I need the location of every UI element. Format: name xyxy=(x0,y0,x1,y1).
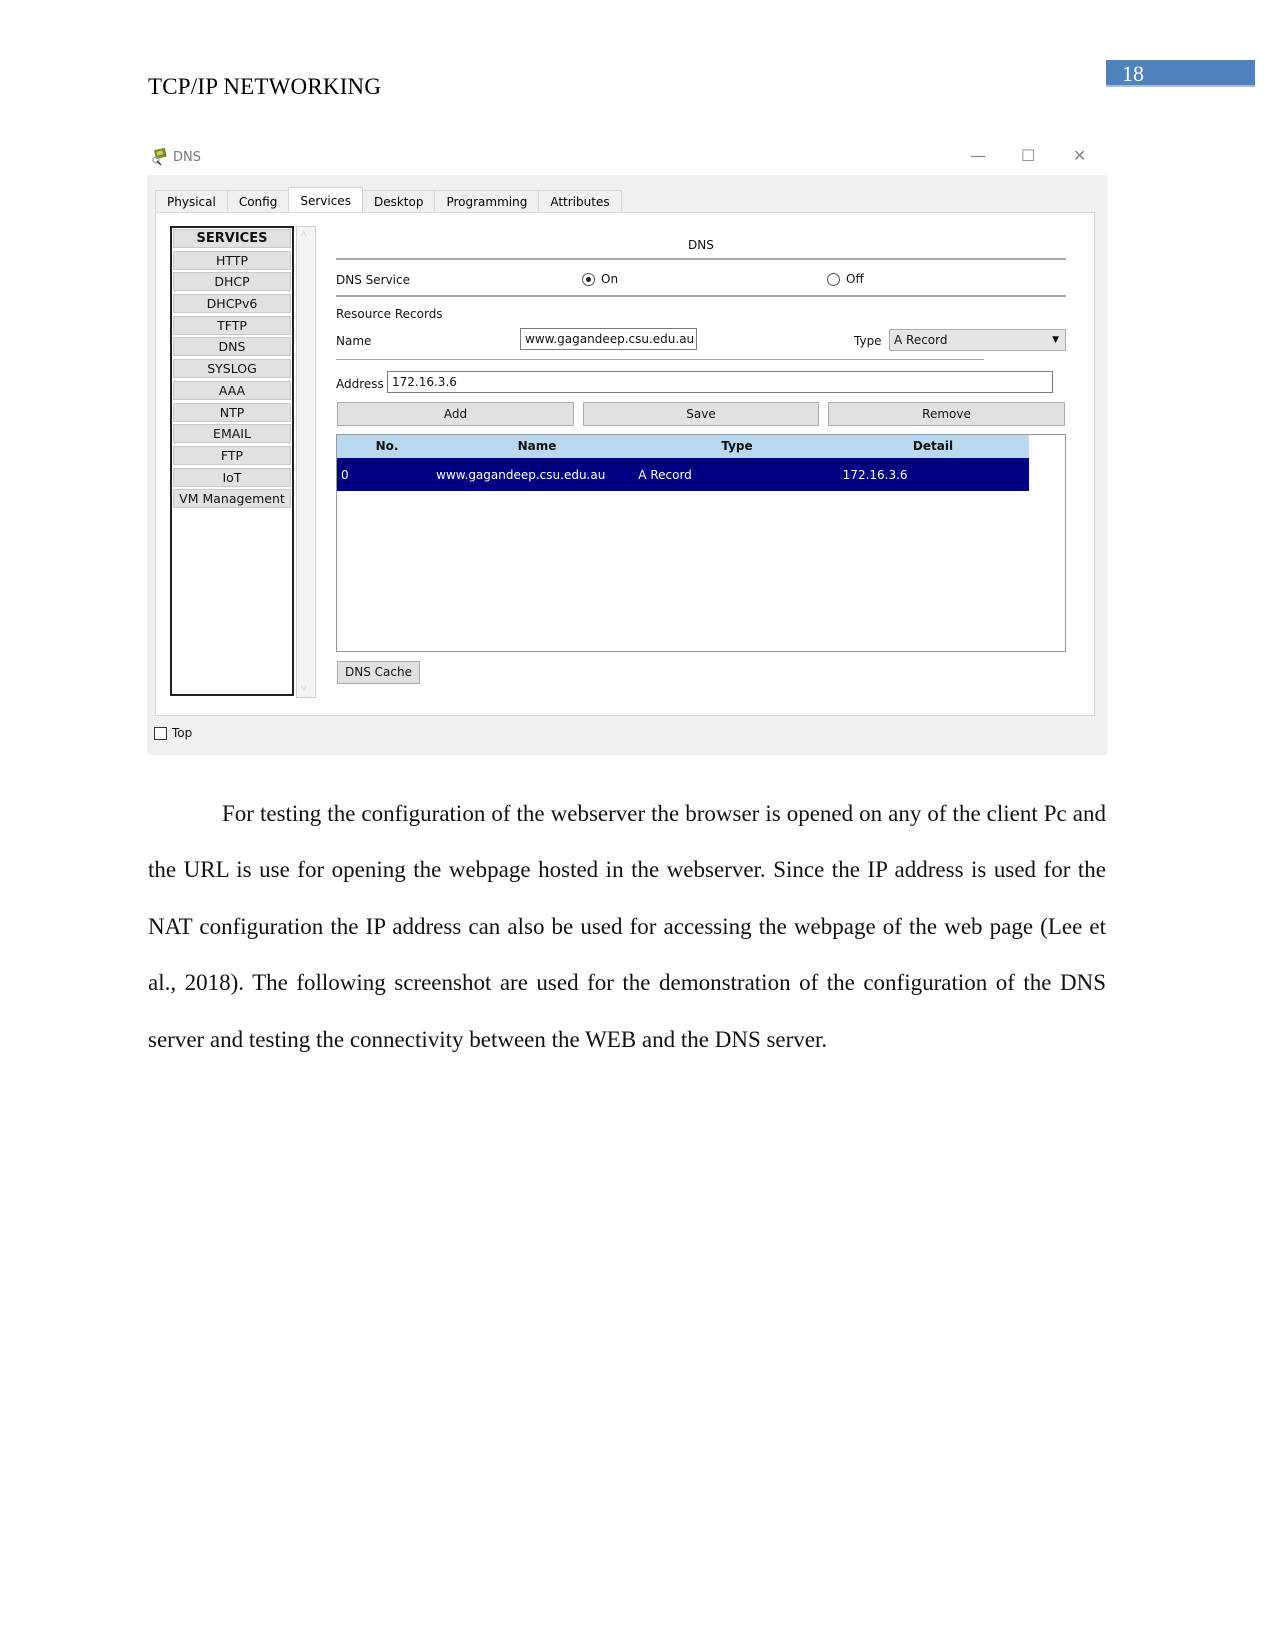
name-label: Name xyxy=(336,334,372,348)
dropdown-caret-icon: ▼ xyxy=(1052,335,1059,345)
dns-section-title: DNS xyxy=(688,238,714,252)
tab-physical[interactable]: Physical xyxy=(155,190,228,213)
divider xyxy=(336,359,984,360)
service-item-aaa[interactable]: AAA xyxy=(173,380,291,400)
service-item-email[interactable]: EMAIL xyxy=(173,424,291,444)
type-select[interactable]: A Record ▼ xyxy=(889,329,1066,351)
type-label: Type xyxy=(854,334,882,348)
cell-detail: 172.16.3.6 xyxy=(842,467,908,482)
page-number: 18 xyxy=(1106,60,1255,87)
off-label: Off xyxy=(846,272,864,286)
packet-tracer-server-icon xyxy=(150,147,168,166)
service-item-dns[interactable]: DNS xyxy=(173,337,291,357)
service-item-dhcpv6[interactable]: DHCPv6 xyxy=(173,294,291,314)
tab-attributes[interactable]: Attributes xyxy=(538,190,622,213)
service-item-syslog[interactable]: SYSLOG xyxy=(173,359,291,379)
service-item-ntp[interactable]: NTP xyxy=(173,402,291,422)
dns-service-label: DNS Service xyxy=(336,273,410,287)
dns-cache-button[interactable]: DNS Cache xyxy=(337,661,420,684)
body-paragraph: For testing the configuration of the web… xyxy=(148,786,1106,1068)
tab-services[interactable]: Services xyxy=(288,187,363,212)
address-label: Address xyxy=(336,377,384,391)
divider xyxy=(336,295,1066,297)
add-button[interactable]: Add xyxy=(337,402,574,426)
tab-config[interactable]: Config xyxy=(226,190,290,213)
services-scrollbar[interactable]: ˄ ˅ xyxy=(296,226,316,698)
column-header-name[interactable]: Name xyxy=(437,435,637,458)
window-titlebar: DNS xyxy=(150,146,201,168)
services-list: SERVICES HTTP DHCP DHCPv6 TFTP DNS SYSLO… xyxy=(170,226,294,696)
save-button[interactable]: Save xyxy=(583,402,819,426)
tab-programming[interactable]: Programming xyxy=(434,190,540,213)
scroll-down-icon[interactable]: ˅ xyxy=(301,684,307,695)
top-checkbox[interactable]: Top xyxy=(154,726,192,740)
resource-records-label: Resource Records xyxy=(336,307,443,321)
dns-service-off-radio[interactable]: Off xyxy=(827,272,864,286)
service-item-tftp[interactable]: TFTP xyxy=(173,315,291,335)
column-header-type[interactable]: Type xyxy=(637,435,837,458)
cell-no: 0 xyxy=(341,467,349,482)
top-checkbox-label: Top xyxy=(172,726,193,740)
remove-button[interactable]: Remove xyxy=(828,402,1065,426)
on-label: On xyxy=(601,272,619,286)
address-input[interactable]: 172.16.3.6 xyxy=(387,371,1053,393)
column-header-detail[interactable]: Detail xyxy=(837,435,1029,458)
maximize-button[interactable]: ☐ xyxy=(1021,146,1035,165)
tab-desktop[interactable]: Desktop xyxy=(361,190,436,213)
tab-bar: Physical Config Services Desktop Program… xyxy=(155,187,622,213)
checkbox-icon[interactable] xyxy=(154,727,167,740)
table-row[interactable]: 0 www.gagandeep.csu.edu.au A Record 172.… xyxy=(337,458,1029,491)
dns-service-on-radio[interactable]: On xyxy=(582,272,618,286)
name-input[interactable]: www.gagandeep.csu.edu.au xyxy=(520,328,697,350)
column-header-no[interactable]: No. xyxy=(337,435,437,458)
radio-off-icon[interactable] xyxy=(827,273,840,286)
cell-name: www.gagandeep.csu.edu.au xyxy=(436,467,606,482)
service-item-http[interactable]: HTTP xyxy=(173,250,291,270)
scroll-up-icon[interactable]: ˄ xyxy=(301,229,307,240)
records-table-header: No. Name Type Detail xyxy=(337,435,1029,458)
running-header: TCP/IP NETWORKING xyxy=(148,74,382,99)
divider xyxy=(336,258,1066,260)
service-item-dhcp[interactable]: DHCP xyxy=(173,272,291,292)
close-button[interactable]: ✕ xyxy=(1073,146,1086,165)
service-item-iot[interactable]: IoT xyxy=(173,467,291,487)
service-item-ftp[interactable]: FTP xyxy=(173,445,291,465)
radio-on-icon[interactable] xyxy=(582,273,595,286)
cell-type: A Record xyxy=(638,467,692,482)
service-item-vm-management[interactable]: VM Management xyxy=(173,489,291,509)
minimize-button[interactable]: — xyxy=(970,146,986,165)
window-title: DNS xyxy=(173,149,201,165)
paragraph-text: For testing the configuration of the web… xyxy=(148,801,1106,1052)
services-list-header: SERVICES xyxy=(173,229,291,248)
type-select-value: A Record xyxy=(894,333,948,347)
